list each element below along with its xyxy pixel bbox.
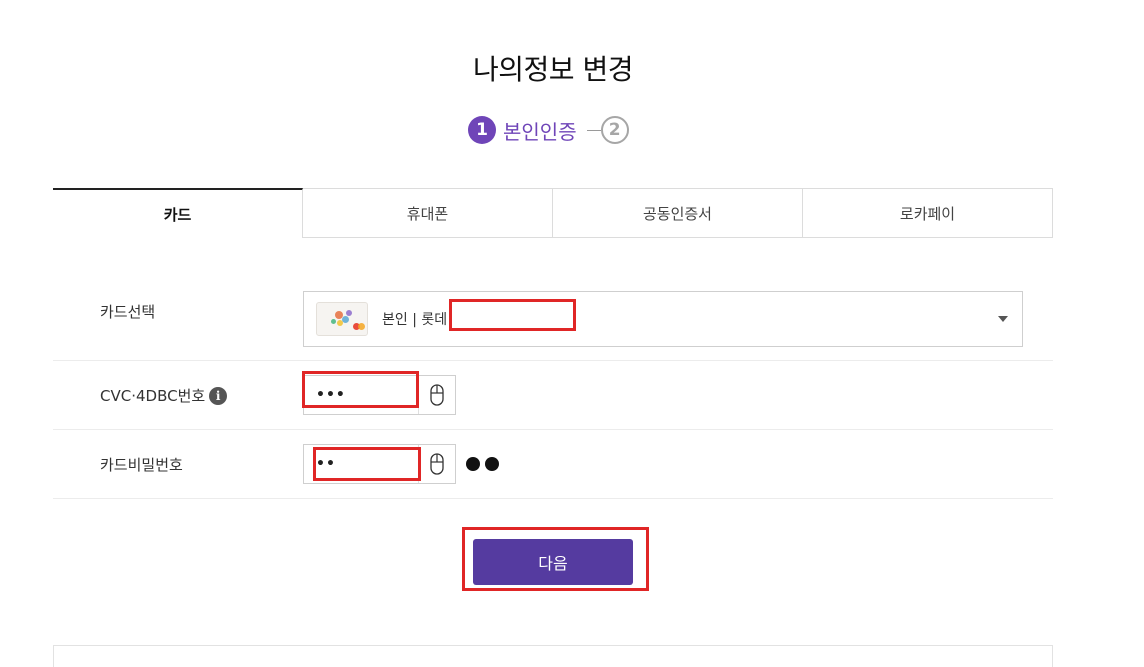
info-icon[interactable]: i [209, 386, 228, 405]
step-indicator: 1 본인인증 2 [468, 114, 629, 146]
cvc-input[interactable]: ••• [303, 375, 456, 415]
mouse-icon[interactable] [418, 445, 455, 483]
selected-card-text: 본인 | 롯데 [382, 312, 448, 328]
cvc-row: CVC·4DBC번호 i ••• [53, 361, 1053, 430]
tab-joint-certificate[interactable]: 공동인증서 [553, 188, 803, 238]
step-connector [586, 129, 601, 131]
chevron-down-icon [998, 316, 1008, 322]
card-password-label: 카드비밀번호 [100, 456, 183, 474]
step-2-circle: 2 [600, 116, 629, 144]
card-password-input[interactable]: •• [303, 444, 456, 484]
cvc-label-text: CVC·4DBC번호 [100, 387, 206, 405]
card-select-label: 카드선택 [100, 303, 156, 321]
card-select-dropdown[interactable]: 본인 | 롯데 [303, 291, 1023, 347]
next-button[interactable]: 다음 [473, 539, 633, 585]
pin-mask-dot [485, 457, 499, 471]
auth-method-tabs: 카드 휴대폰 공동인증서 로카페이 [53, 188, 1053, 238]
card-select-row: 카드선택 본인 | 롯데 [53, 291, 1053, 361]
card-thumbnail-icon [316, 302, 368, 336]
cvc-label: CVC·4DBC번호 i [100, 385, 228, 406]
tab-card[interactable]: 카드 [53, 188, 303, 238]
change-my-info-page: 나의정보 변경 1 본인인증 2 카드 휴대폰 공동인증서 로카페이 카드선택 … [0, 0, 1144, 667]
mouse-icon[interactable] [418, 376, 455, 414]
step-1-label: 본인인증 [503, 119, 577, 144]
card-password-row: 카드비밀번호 •• [53, 430, 1053, 499]
bottom-section [53, 645, 1053, 667]
tab-locapay[interactable]: 로카페이 [803, 188, 1053, 238]
cvc-value: ••• [316, 387, 346, 403]
pin-mask-dot [466, 457, 480, 471]
page-title: 나의정보 변경 [473, 53, 633, 86]
card-password-value: •• [316, 456, 336, 472]
step-1-circle: 1 [468, 116, 496, 144]
tab-mobile[interactable]: 휴대폰 [303, 188, 553, 238]
